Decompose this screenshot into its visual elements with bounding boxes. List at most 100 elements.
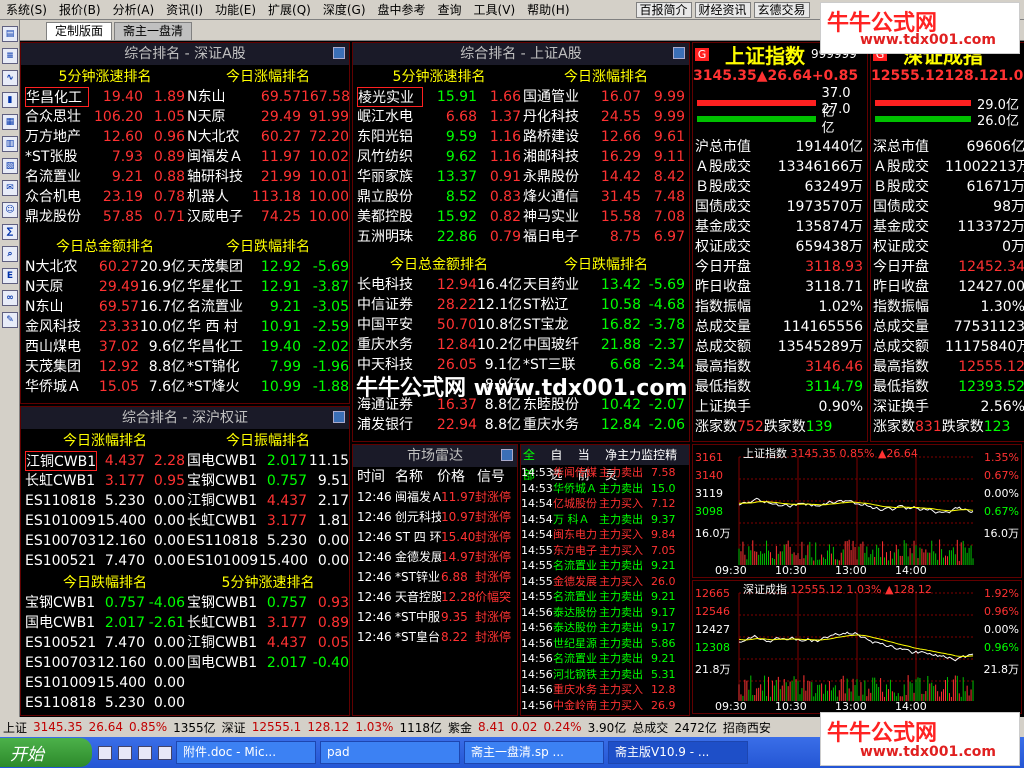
list-item[interactable]: 江铜CWB1 4.437 2.28 [25, 451, 185, 471]
list-item[interactable]: 烽火通信 31.45 7.48 [523, 187, 689, 207]
list-item[interactable]: 浦发银行 22.94 8.8亿 [357, 415, 521, 435]
list-item[interactable]: 国电CWB1 2.017 -2.61 [25, 613, 185, 633]
link-icon[interactable]: ∞ [2, 290, 18, 306]
list-item[interactable]: ES100703 12.160 0.00 [25, 531, 185, 551]
list-item[interactable]: *ST张股 7.93 0.89 [25, 147, 185, 167]
list-item[interactable]: 中信证券 28.22 12.1亿 [357, 295, 521, 315]
list-item[interactable]: 万方地产 12.60 0.96 [25, 127, 185, 147]
list-item[interactable]: 合众思壮 106.20 1.05 [25, 107, 185, 127]
table-row[interactable]: 12:46 金德发展 14.97 封涨停 [357, 547, 517, 567]
settings-icon[interactable] [501, 449, 513, 461]
list-item[interactable]: 宝钢CWB1 0.757 9.51 [187, 471, 349, 491]
table-row[interactable]: 14:55 金德发展 主力买入 26.0 [521, 574, 689, 590]
list-item[interactable]: 天目药业 13.42 -5.69 [523, 275, 689, 295]
list-item[interactable]: ES110818 5.230 0.00 [25, 693, 185, 713]
table-row[interactable]: 12:46 *ST锌业 6.88 封涨停 [357, 567, 517, 587]
monitor-tab[interactable]: 自选 [548, 445, 575, 482]
tab-zhaizhu[interactable]: 斋主一盘清 [114, 22, 193, 40]
list-item[interactable]: 国电CWB1 2.017 -0.40 [187, 653, 349, 673]
list-item[interactable]: 汉威电子 74.25 10.00 [187, 207, 349, 227]
list-item[interactable]: 金风科技 23.33 10.0亿 [25, 317, 185, 337]
desktop-icon[interactable] [158, 745, 172, 760]
list-item[interactable]: 长虹CWB1 3.177 1.81 [187, 511, 349, 531]
table-row[interactable]: 14:54 万 科Ａ 主力卖出 9.37 [521, 512, 689, 528]
list-item[interactable]: 众合机电 23.19 0.78 [25, 187, 185, 207]
menu-item[interactable]: 系统(S) [0, 1, 53, 18]
list-item[interactable]: 名流置业 9.21 0.88 [25, 167, 185, 187]
list-item[interactable]: 轴研科技 21.99 10.01 [187, 167, 349, 187]
list-item[interactable]: 华昌化工 19.40 -2.02 [187, 337, 349, 357]
menu-item[interactable]: 功能(E) [209, 1, 262, 18]
list-item[interactable]: 永鼎股份 14.42 8.42 [523, 167, 689, 187]
trend-icon[interactable]: ∿ [2, 70, 18, 86]
table-row[interactable]: 14:56 河北钢铁 主力卖出 5.31 [521, 667, 689, 683]
settings-icon[interactable] [333, 47, 345, 59]
list-item[interactable]: 路桥建设 12.66 9.61 [523, 127, 689, 147]
settings-icon[interactable] [673, 47, 685, 59]
menu-item[interactable]: 深度(G) [317, 1, 372, 18]
list-item[interactable]: 东阳光铝 9.59 1.16 [357, 127, 521, 147]
quick-button[interactable]: 玄德交易 [753, 1, 810, 18]
taskbar-item[interactable]: 斋主版V10.9 - ... [608, 741, 748, 764]
media-icon[interactable] [118, 745, 132, 760]
menu-item[interactable]: 分析(A) [107, 1, 161, 18]
eft-icon[interactable]: E [2, 268, 18, 284]
list-item[interactable]: ES101009 15.400 0.00 [187, 551, 349, 571]
list-item[interactable]: 神马实业 15.58 7.08 [523, 207, 689, 227]
list-item[interactable]: 宝钢CWB1 0.757 -4.06 [25, 593, 185, 613]
chart-icon[interactable]: ▤ [2, 26, 18, 42]
list-item[interactable]: 中国玻纤 21.88 -2.37 [523, 335, 689, 355]
quick-button[interactable]: 百报简介 [635, 1, 692, 18]
monitor-tab[interactable]: 当前 [576, 445, 603, 482]
list-item[interactable]: 湘邮科技 16.29 9.11 [523, 147, 689, 167]
list-item[interactable]: 宝钢CWB1 0.757 0.93 [187, 593, 349, 613]
report-icon[interactable]: ▧ [2, 158, 18, 174]
list-item[interactable]: 江铜CWB1 4.437 0.05 [187, 633, 349, 653]
table-row[interactable]: 12:46 闽福发Ａ 11.97 封涨停 [357, 487, 517, 507]
news-icon[interactable]: ▦ [2, 114, 18, 130]
list-item[interactable]: 闽福发Ａ 11.97 10.02 [187, 147, 349, 167]
table-row[interactable]: 12:46 *ST皇台 8.22 封涨停 [357, 627, 517, 647]
list-item[interactable]: *ST烽火 10.99 -1.88 [187, 377, 349, 397]
table-row[interactable]: 14:55 名流置业 主力卖出 9.21 [521, 589, 689, 605]
list-item[interactable]: ES110818 5.230 0.00 [25, 491, 185, 511]
list-item[interactable]: 凤竹纺织 9.62 1.16 [357, 147, 521, 167]
list-item[interactable]: 岷江水电 6.68 1.37 [357, 107, 521, 127]
table-row[interactable]: 14:56 世纪星源 主力卖出 5.86 [521, 636, 689, 652]
tab-custom-layout[interactable]: 定制版面 [46, 22, 113, 40]
calc-icon[interactable]: ∑ [2, 224, 18, 240]
pen-icon[interactable]: ✎ [2, 312, 18, 328]
table-row[interactable]: 14:53 华侨城Ａ 主力卖出 15.0 [521, 481, 689, 497]
list-item[interactable]: 鼎立股份 8.52 0.83 [357, 187, 521, 207]
list-item[interactable]: 机器人 113.18 10.00 [187, 187, 349, 207]
list-item[interactable]: 天茂集团 12.92 8.8亿 [25, 357, 185, 377]
table-row[interactable]: 12:46 创元科技 10.97 封涨停 [357, 507, 517, 527]
list-item[interactable]: ES110818 5.230 0.00 [187, 531, 349, 551]
list-item[interactable]: N大北农 60.27 72.20 [187, 127, 349, 147]
list-item[interactable]: ES101009 15.400 0.00 [25, 673, 185, 693]
menu-item[interactable]: 查询 [432, 1, 468, 18]
people-icon[interactable]: ☺ [2, 202, 18, 218]
table-row[interactable]: 14:56 名流置业 主力卖出 9.21 [521, 651, 689, 667]
start-button[interactable]: 开始 [0, 738, 92, 767]
list-item[interactable]: ES101009 15.400 0.00 [25, 511, 185, 531]
table-row[interactable]: 14:54 闽东电力 主力买入 9.84 [521, 527, 689, 543]
table-row[interactable]: 14:56 重庆水务 主力买入 12.8 [521, 682, 689, 698]
table-row[interactable]: 14:56 泰达股份 主力卖出 9.17 [521, 620, 689, 636]
list-item[interactable]: N东山 69.57 167.58 [187, 87, 349, 107]
list-item[interactable]: 重庆水务 12.84 10.2亿 [357, 335, 521, 355]
taskbar-item[interactable]: pad [320, 741, 460, 764]
list-item[interactable]: 西山煤电 37.02 9.6亿 [25, 337, 185, 357]
grid-icon[interactable]: ▥ [2, 136, 18, 152]
list-item[interactable]: ST宝龙 16.82 -3.78 [523, 315, 689, 335]
list-item[interactable]: 五洲明珠 22.86 0.79 [357, 227, 521, 247]
list-item[interactable]: 江铜CWB1 4.437 2.17 [187, 491, 349, 511]
table-row[interactable]: 14:54 亿城股份 主力买入 7.12 [521, 496, 689, 512]
settings-icon[interactable] [333, 411, 345, 423]
list-item[interactable]: 华丽家族 13.37 0.91 [357, 167, 521, 187]
list-item[interactable]: N天原 29.49 91.99 [187, 107, 349, 127]
list-item[interactable]: N大北农 60.27 20.9亿 [25, 257, 185, 277]
menu-item[interactable]: 工具(V) [468, 1, 522, 18]
list-item[interactable]: 华 西 村 10.91 -2.59 [187, 317, 349, 337]
menu-item[interactable]: 扩展(Q) [262, 1, 317, 18]
